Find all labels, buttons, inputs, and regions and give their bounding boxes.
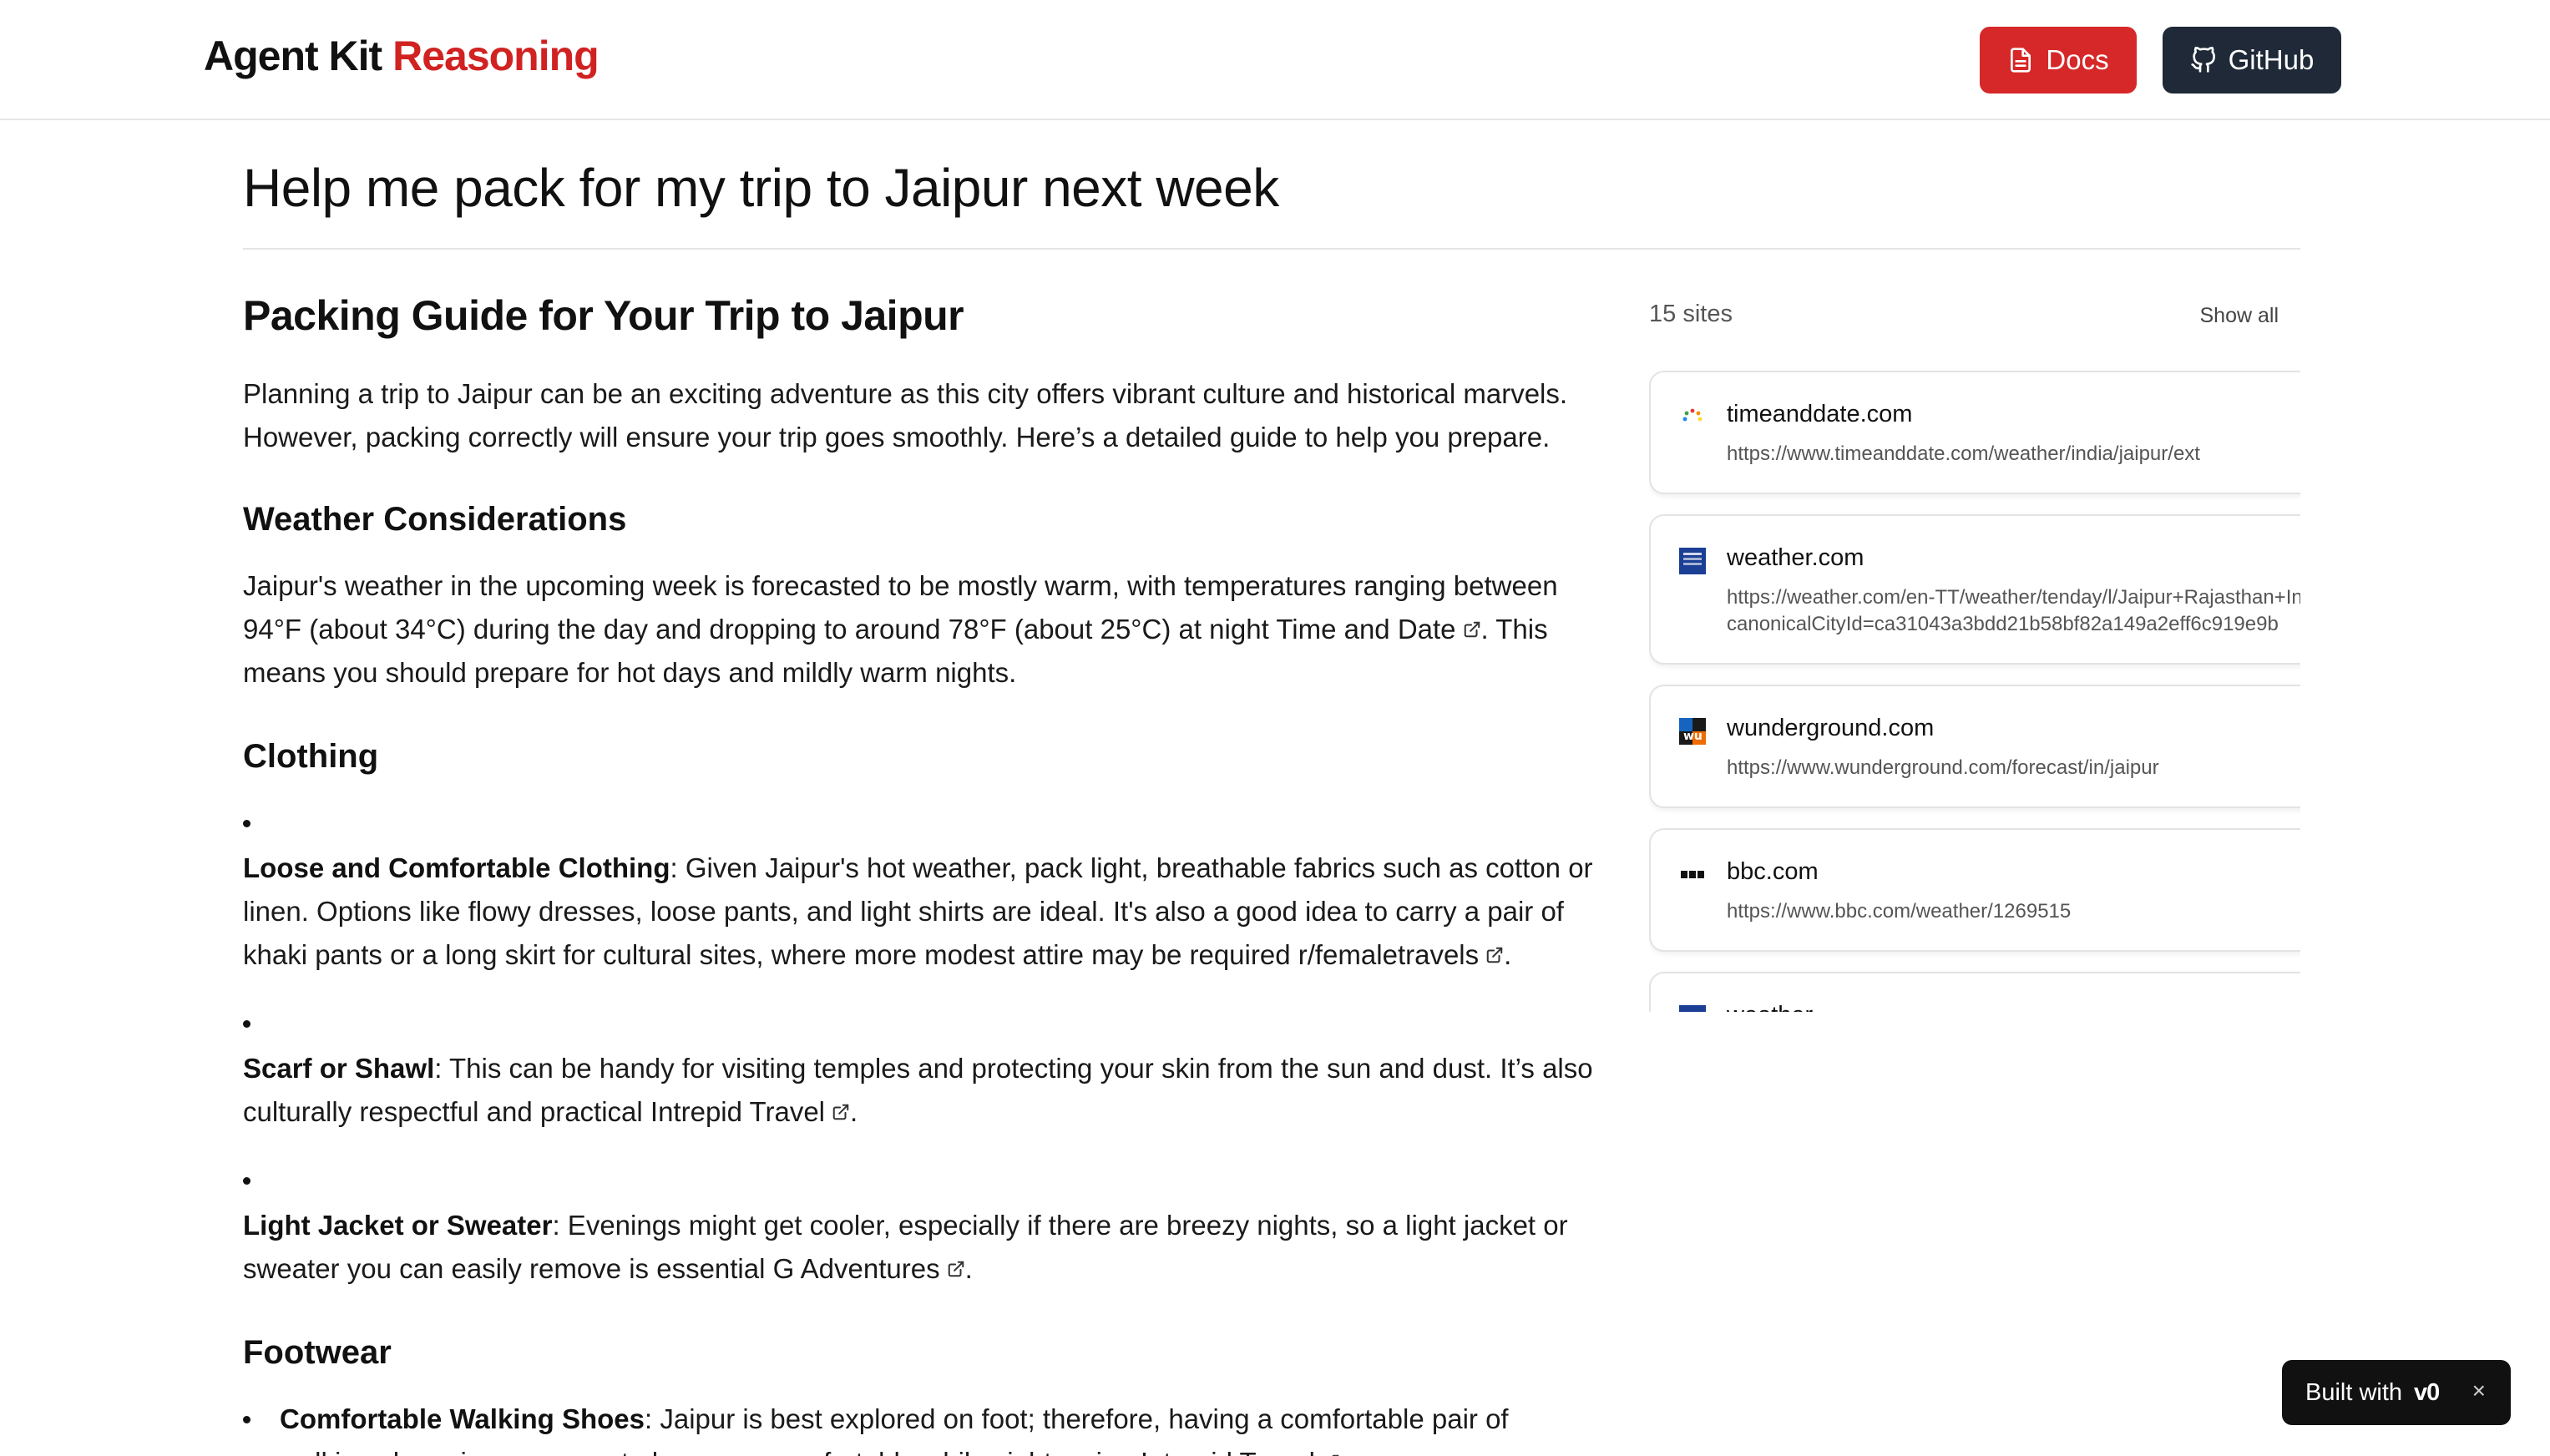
femaletravels-citation-link[interactable]: r/femaletravels [1298,939,1504,970]
footwear-item-shoes: Comfortable Walking Shoes: Jaipur is bes… [280,1398,1604,1456]
v0-logo-icon: v0 [2414,1378,2440,1406]
svg-text:wu: wu [1683,730,1703,743]
clothing-item-title: Loose and Comfortable Clothing [243,852,670,883]
source-url-line: canonicalCityId=ca31043a3bdd21b58bf82a14… [1727,613,2279,635]
clothing-item-jacket: Light Jacket or Sweater: Evenings might … [243,1204,1604,1291]
docs-button-label: Docs [2046,44,2109,75]
weather-citation-link[interactable]: Time and Date [1276,614,1480,645]
punctuation: . [850,1096,858,1127]
source-card-timeanddate[interactable]: timeanddate.com https://www.timeanddate.… [1649,371,2300,494]
source-domain: wunderground.com [1727,715,1935,741]
weather-channel-favicon-icon [1679,548,1706,574]
query-divider [243,248,2300,250]
wunderground-favicon-icon: wu [1679,718,1706,745]
close-icon[interactable]: × [2472,1378,2486,1404]
source-card-wunderground[interactable]: wu wunderground.com https://www.wundergr… [1649,685,2300,808]
punctuation: . [964,1253,973,1284]
intrepid-citation-link[interactable]: Intrepid Travel [1141,1447,1340,1456]
docs-button[interactable]: Docs [1980,27,2137,94]
source-domain: bbc.com [1727,858,1819,885]
article-title: Packing Guide for Your Trip to Jaipur [243,292,964,339]
source-url: https://www.bbc.com/weather/1269515 [1727,900,2072,923]
intrepid-citation-link[interactable]: Intrepid Travel [650,1096,850,1127]
external-link-icon [1486,947,1503,963]
sources-count: 15 sites [1649,301,1733,327]
brand-accent: Reasoning [392,33,600,79]
clothing-item-title: Scarf or Shawl [243,1053,435,1084]
bullet-dot [243,1177,250,1185]
source-url: https://www.timeanddate.com/weather/indi… [1727,442,2200,465]
source-domain: weather [1727,1002,1813,1012]
weather-favicon-icon [1679,1005,1706,1012]
source-url: https://www.wunderground.com/forecast/in… [1727,756,2159,779]
external-link-icon [948,1261,964,1277]
clothing-item-scarf: Scarf or Shawl: This can be handy for vi… [243,1047,1604,1134]
clothing-item-title: Light Jacket or Sweater [243,1210,553,1241]
external-link-icon [832,1104,849,1120]
gadventures-citation-link[interactable]: G Adventures [773,1253,965,1284]
bbc-favicon-icon [1681,871,1704,878]
footwear-heading: Footwear [243,1334,392,1371]
github-button[interactable]: GitHub [2163,27,2341,94]
bullet-dot [243,1416,250,1423]
footwear-item-title: Comfortable Walking Shoes [280,1403,645,1434]
clothing-item-text: : This can be handy for visiting temples… [243,1053,1593,1127]
source-card-weather-partial[interactable]: weather [1649,972,2300,1012]
weather-heading: Weather Considerations [243,501,627,538]
source-card-weather[interactable]: weather.com https://weather.com/en-TT/we… [1649,514,2300,665]
github-button-label: GitHub [2228,44,2315,75]
source-domain: weather.com [1727,544,1864,571]
bullet-dot [243,820,250,827]
brand-name: Agent Kit [204,33,382,79]
source-domain: timeanddate.com [1727,401,1913,427]
built-with-badge[interactable]: Built with v0 × [2282,1360,2511,1425]
sources-panel: 15 sites Show all timeanddate.com https:… [1649,301,2300,1012]
document-icon [2011,48,2031,73]
clothing-item-loose: Loose and Comfortable Clothing: Given Ja… [243,847,1604,977]
built-with-label: Built with [2305,1378,2403,1406]
app-logo[interactable]: Agent Kit Reasoning [204,32,600,80]
clothing-heading: Clothing [243,738,379,775]
show-all-button[interactable]: Show all [2200,304,2279,328]
punctuation: . [1504,939,1512,970]
timeanddate-favicon-icon [1682,408,1703,422]
bullet-dot [243,1020,250,1028]
external-link-icon [1464,621,1480,638]
github-icon [2190,47,2215,73]
source-url-line: https://weather.com/en-TT/weather/tenday… [1727,586,2300,609]
top-navigation-bar: Agent Kit Reasoning Docs GitHub [0,0,2550,120]
source-url: https://weather.com/en-TT/weather/tenday… [1727,584,2300,638]
query-title: Help me pack for my trip to Jaipur next … [243,158,1279,218]
source-card-bbc[interactable]: bbc.com https://www.bbc.com/weather/1269… [1649,828,2300,952]
intro-paragraph: Planning a trip to Jaipur can be an exci… [243,378,1568,452]
weather-paragraph: Jaipur's weather in the upcoming week is… [243,564,1604,695]
punctuation: . [1340,1447,1348,1456]
